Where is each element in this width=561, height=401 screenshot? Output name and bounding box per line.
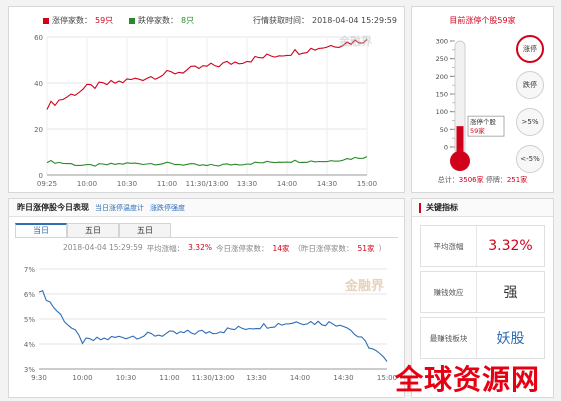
limit-count-chart-panel: 涨停家数： 59只 跌停家数： 8只 行情获取时间： 2018-04-04 15…: [8, 6, 405, 193]
yesterday-limit-up-panel: 昨日涨停股今日表现 当日涨停温度计 涨跌停强度 当日 五日 五日 2018-04…: [8, 198, 405, 398]
scale-label: 300: [436, 38, 448, 46]
x-tick-label: 13:30: [237, 180, 257, 188]
x-tick-label: 10:30: [116, 374, 136, 382]
scale-label: 50: [440, 126, 448, 134]
x-tick-label: 11:00: [159, 374, 179, 382]
mercury-fill: [456, 126, 464, 155]
x-tick-label: 14:30: [317, 180, 337, 188]
x-tick-label: 14:30: [333, 374, 353, 382]
x-tick-label: 11:30/13:00: [186, 180, 229, 188]
limit-up-button[interactable]: 涨停: [516, 35, 544, 63]
suspended-value: 251家: [506, 176, 528, 184]
y-tick-label: 5%: [24, 316, 35, 324]
thermometer-panel: 目前涨停个股59家 300 250 200 150 100 50 0 涨停个股 59家 涨停 跌…: [411, 6, 554, 193]
x-tick-label: 10:00: [72, 374, 92, 382]
scale-label: 200: [436, 73, 448, 81]
loss-over-5-button[interactable]: <-5%: [516, 145, 544, 173]
scale-label: 100: [436, 108, 448, 116]
x-tick-label: 10:00: [77, 180, 97, 188]
x-tick-label: 14:00: [290, 374, 310, 382]
kpi-title: 关键指标: [426, 203, 458, 212]
total-label: 总计：: [437, 176, 459, 184]
suspended-label: 停牌：: [483, 176, 507, 184]
thermometer-gauge: 300 250 200 150 100 50 0 涨停个股59家: [436, 38, 505, 171]
kpi-row-avg-gain: 平均涨幅 3.32%: [420, 225, 545, 267]
total-value: 3506家: [458, 176, 484, 184]
kpi-value: 3.32%: [488, 238, 533, 254]
kpi-value: 妖股: [496, 331, 525, 347]
kpi-row-profit-effect: 赚钱效应 强: [420, 271, 545, 313]
series-line-0: [38, 289, 388, 362]
thermometer-footer: 总计：3506家 停牌：251家: [412, 175, 553, 185]
thermometer-title: 目前涨停个股59家: [449, 16, 516, 25]
site-watermark: 全球资源网: [395, 363, 541, 396]
scale-label: 150: [436, 91, 448, 99]
kpi-label: 平均涨幅: [421, 226, 477, 266]
kpi-value: 强: [503, 285, 518, 301]
y-tick-label: 20: [34, 126, 43, 134]
chart2-watermark: 金融界: [345, 279, 385, 294]
x-tick-label: 14:00: [277, 180, 297, 188]
kpi-accent-bar: [419, 202, 421, 213]
y-tick-label: 60: [34, 34, 43, 42]
y-tick-label: 6%: [24, 291, 35, 299]
x-tick-label: 09:25: [37, 180, 57, 188]
mercury-bulb: [450, 151, 470, 171]
y-tick-label: 40: [34, 80, 43, 88]
limit-down-button[interactable]: 跌停: [516, 71, 544, 99]
x-tick-label: 10:30: [117, 180, 137, 188]
kpi-row-top-sector: 最赚钱板块 妖股: [420, 317, 545, 359]
y-tick-label: 3%: [24, 366, 35, 374]
bubble-text-2: 59家: [470, 126, 485, 135]
kpi-header: 关键指标: [412, 199, 553, 217]
y-tick-label: 0: [39, 172, 43, 180]
y-tick-label: 4%: [24, 341, 35, 349]
avg-gain-line-chart: 3% 4% 5% 6% 7% 9:30 10:00 10:30 11:00 11:30/13:00…: [24, 266, 397, 382]
x-tick-label: 11:30/13:00: [192, 374, 235, 382]
scale-label: 0: [444, 144, 448, 152]
x-tick-label: 11:00: [157, 180, 177, 188]
kpi-label: 赚钱效应: [421, 272, 477, 312]
chart-watermark: 金融界: [339, 35, 372, 48]
kpi-label: 最赚钱板块: [421, 318, 477, 358]
gain-over-5-button[interactable]: >5%: [516, 108, 544, 136]
scale-label: 250: [436, 55, 448, 63]
y-tick-label: 7%: [24, 266, 35, 274]
x-tick-label: 13:30: [246, 374, 266, 382]
bubble-text-1: 涨停个股: [470, 117, 497, 126]
x-tick-label: 9:30: [31, 374, 47, 382]
x-tick-label: 15:00: [357, 180, 377, 188]
